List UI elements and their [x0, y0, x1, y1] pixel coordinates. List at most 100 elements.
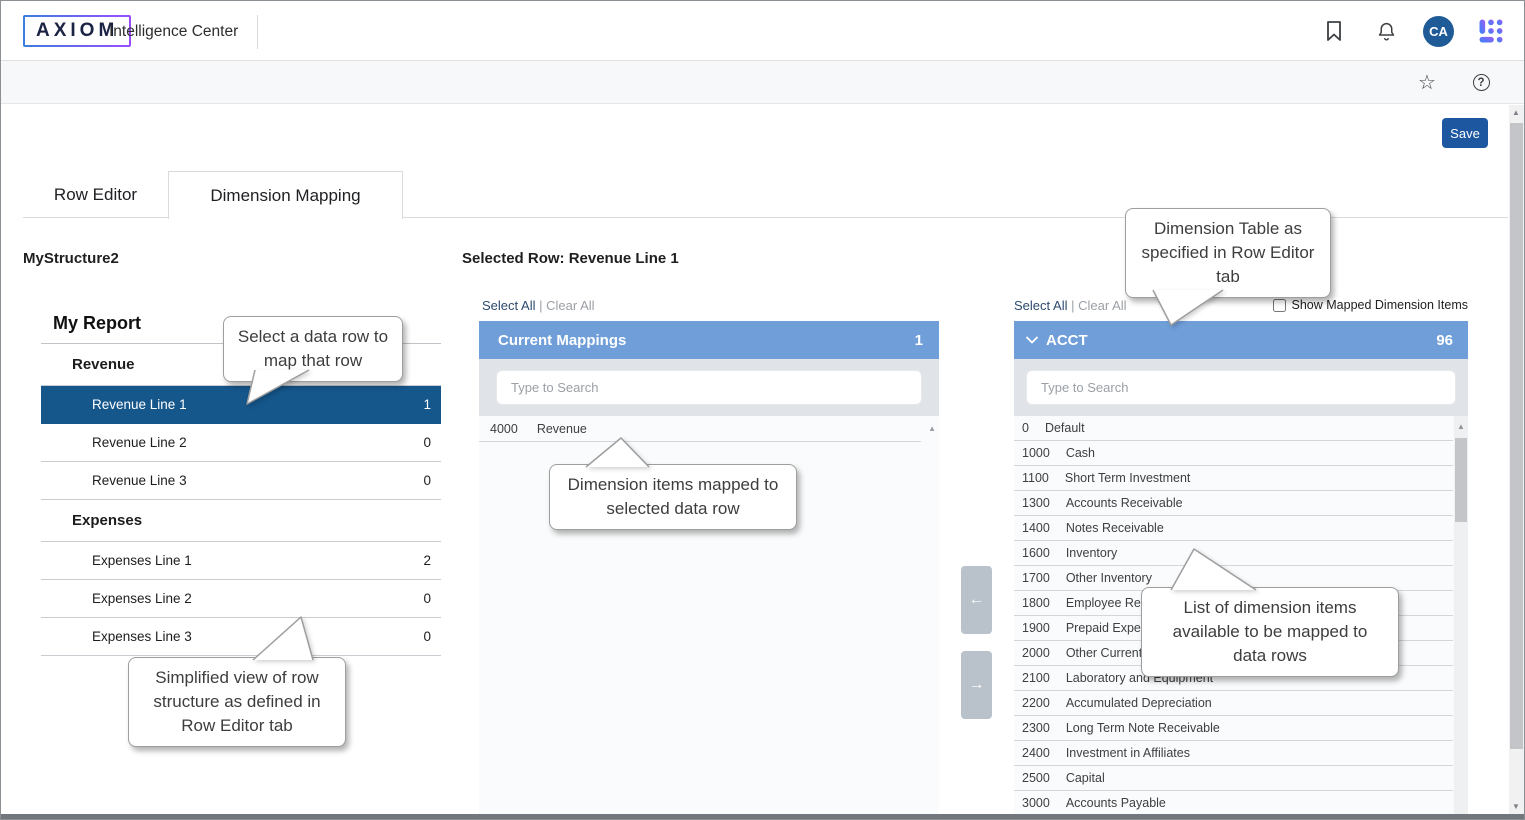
scroll-up-icon[interactable]: ▲: [1457, 422, 1465, 431]
select-all-link[interactable]: Select All: [482, 298, 535, 313]
dimension-item-row[interactable]: 2300 Long Term Note Receivable: [1014, 716, 1453, 741]
dimension-item-code: 3000: [1022, 796, 1050, 810]
dimension-item-row[interactable]: 2200 Accumulated Depreciation: [1014, 691, 1453, 716]
app-launcher-grid-icon[interactable]: [1476, 16, 1506, 46]
callout-tail: [1163, 545, 1263, 593]
clear-all-link[interactable]: Clear All: [1078, 298, 1126, 313]
report-row-count: 1: [423, 397, 433, 412]
dimension-item-name: Short Term Investment: [1065, 471, 1191, 485]
callout-dimension-table: Dimension Table as specified in Row Edit…: [1125, 208, 1331, 298]
dimension-item-row[interactable]: 2400 Investment in Affiliates: [1014, 741, 1453, 766]
select-all-link[interactable]: Select All: [1014, 298, 1067, 313]
dimension-item-name: Default: [1045, 421, 1085, 435]
dimension-list-scrollbar[interactable]: ▲: [1454, 416, 1468, 815]
page-scrollbar-thumb[interactable]: [1510, 123, 1523, 749]
dimension-item-row[interactable]: 0 Default: [1014, 416, 1453, 441]
user-avatar[interactable]: CA: [1423, 16, 1454, 47]
dimension-item-row[interactable]: 1000 Cash: [1014, 441, 1453, 466]
mapping-item-row[interactable]: 4000 Revenue: [479, 416, 921, 442]
bookmark-icon[interactable]: [1319, 16, 1349, 46]
dimension-item-name: Accounts Payable: [1066, 796, 1166, 810]
report-row-count: 0: [423, 435, 433, 450]
callout-tail: [579, 434, 657, 470]
current-mappings-count: 1: [915, 332, 923, 349]
tab-dimension-mapping[interactable]: Dimension Mapping: [168, 171, 403, 219]
dimension-item-name: Capital: [1066, 771, 1105, 785]
move-left-button[interactable]: ←: [961, 566, 992, 634]
dimension-table-header: ACCT 96: [1014, 321, 1468, 359]
current-mappings-panel: Select All | Clear All Current Mappings …: [479, 298, 939, 814]
tab-row-editor[interactable]: Row Editor: [23, 172, 168, 217]
save-button[interactable]: Save: [1442, 118, 1488, 148]
app-title: Intelligence Center: [109, 23, 238, 41]
report-row-count: 0: [423, 629, 433, 644]
dimension-item-name: Accounts Receivable: [1066, 496, 1183, 510]
callout-tail: [247, 613, 319, 663]
page-scroll-up-icon[interactable]: ▲: [1512, 108, 1520, 117]
dimension-item-code: 2500: [1022, 771, 1050, 785]
dimension-item-name: Accumulated Depreciation: [1066, 696, 1212, 710]
show-mapped-label: Show Mapped Dimension Items: [1292, 298, 1468, 312]
dimension-item-name: Cash: [1066, 446, 1095, 460]
help-icon[interactable]: ?: [1466, 68, 1496, 98]
header-actions: CA: [1319, 1, 1506, 61]
show-mapped-checkbox[interactable]: [1273, 299, 1286, 312]
show-mapped-checkbox-row: Show Mapped Dimension Items: [1273, 298, 1468, 312]
dimension-item-code: 1300: [1022, 496, 1050, 510]
list-scroll-up-icon[interactable]: ▲: [928, 424, 936, 433]
dimension-search-area: [1014, 359, 1468, 416]
report-row[interactable]: Expenses Line 3 0: [41, 618, 441, 656]
dimension-item-row[interactable]: 1300 Accounts Receivable: [1014, 491, 1453, 516]
dimension-item-code: 1900: [1022, 621, 1050, 635]
current-mappings-search-area: [479, 359, 939, 416]
dimension-item-row[interactable]: 2500 Capital: [1014, 766, 1453, 791]
dimension-item-code: 1100: [1022, 471, 1049, 485]
report-row-count: 0: [423, 591, 433, 606]
structure-name: MyStructure2: [23, 250, 119, 267]
report-row[interactable]: Expenses Line 1 2: [41, 542, 441, 580]
app-window: AXIOM Intelligence Center CA: [0, 0, 1525, 820]
report-row-label: Revenue Line 3: [92, 473, 187, 488]
dimension-item-code: 1800: [1022, 596, 1050, 610]
dimension-item-name: Long Term Note Receivable: [1066, 721, 1220, 735]
current-mappings-links: Select All | Clear All: [479, 298, 939, 321]
favorite-star-icon[interactable]: ☆: [1412, 68, 1442, 98]
current-mappings-title: Current Mappings: [498, 332, 626, 349]
help-glyph: ?: [1473, 74, 1490, 91]
dimension-item-code: 1400: [1022, 521, 1050, 535]
scrollbar-thumb[interactable]: [1455, 438, 1467, 522]
dimension-item-row[interactable]: 3000 Accounts Payable: [1014, 791, 1453, 816]
report-row[interactable]: Revenue Line 2 0: [41, 424, 441, 462]
callout-mapped-items: Dimension items mapped to selected data …: [549, 464, 797, 530]
dimension-panel-links: Select All | Clear All: [1014, 298, 1127, 313]
dimension-item-code: 1000: [1022, 446, 1050, 460]
report-row[interactable]: Expenses: [41, 500, 441, 542]
notifications-bell-icon[interactable]: [1371, 16, 1401, 46]
callout-tail: [239, 368, 313, 408]
header-divider: [257, 15, 258, 49]
dimension-table-count: 96: [1436, 332, 1453, 349]
dimension-item-row[interactable]: 1100 Short Term Investment: [1014, 466, 1453, 491]
dimension-item-row[interactable]: 1400 Notes Receivable: [1014, 516, 1453, 541]
report-row-label: Expenses Line 1: [92, 553, 192, 568]
dimension-item-code: 2000: [1022, 646, 1050, 660]
dimension-search-input[interactable]: [1026, 370, 1456, 405]
report-row-label: Expenses Line 3: [92, 629, 192, 644]
callout-simplified-view: Simplified view of row structure as defi…: [128, 657, 346, 747]
report-row-count: 2: [423, 553, 433, 568]
page-scrollbar[interactable]: ▲ ▼: [1509, 105, 1524, 814]
clear-all-link[interactable]: Clear All: [546, 298, 594, 313]
current-mappings-search-input[interactable]: [496, 370, 922, 405]
page-scroll-down-icon[interactable]: ▼: [1512, 802, 1520, 811]
dimension-item-name: Other Inventory: [1066, 571, 1152, 585]
selected-row-heading: Selected Row: Revenue Line 1: [462, 250, 679, 267]
report-row[interactable]: Revenue Line 3 0: [41, 462, 441, 500]
dimension-item-name: Investment in Affiliates: [1066, 746, 1190, 760]
dimension-table-title: ACCT: [1046, 332, 1436, 349]
dimension-item-code: 2300: [1022, 721, 1050, 735]
report-row[interactable]: Expenses Line 2 0: [41, 580, 441, 618]
chevron-down-icon[interactable]: [1026, 336, 1038, 344]
current-mappings-header: Current Mappings 1: [479, 321, 939, 359]
move-right-button[interactable]: →: [961, 651, 992, 719]
dimension-item-name: Employee Rec: [1066, 596, 1147, 610]
